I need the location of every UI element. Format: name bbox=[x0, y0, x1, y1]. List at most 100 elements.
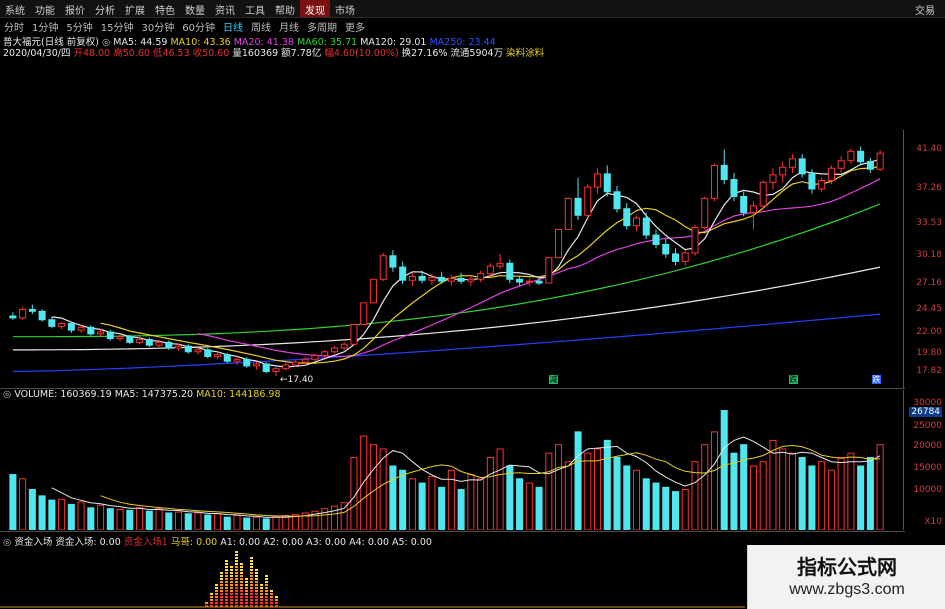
period-toolbar: 分时 1分钟 5分钟 15分钟 30分钟 60分钟 日线 周线 月线 多周期 更多 bbox=[0, 18, 945, 34]
price-tick-label: 41.40 bbox=[916, 144, 942, 155]
menu-item[interactable]: 扩展 bbox=[120, 0, 150, 17]
candle-body bbox=[360, 302, 368, 325]
period-tab[interactable]: 1分钟 bbox=[28, 18, 62, 34]
fund-spike-segment bbox=[260, 602, 263, 604]
fund-spike-segment bbox=[245, 584, 248, 586]
candle-body bbox=[97, 331, 105, 335]
fund-spike-segment bbox=[235, 602, 238, 604]
menu-item[interactable]: 分析 bbox=[90, 0, 120, 17]
period-tab[interactable]: 60分钟 bbox=[178, 18, 219, 34]
candle-body bbox=[506, 262, 514, 280]
fund-spike-segment bbox=[255, 575, 258, 577]
fund-spike-segment bbox=[225, 587, 228, 589]
candle-body bbox=[779, 166, 787, 176]
period-tab[interactable]: 15分钟 bbox=[97, 18, 138, 34]
fund-spike-segment bbox=[265, 596, 268, 598]
volume-chart[interactable] bbox=[0, 400, 895, 530]
volume-bar bbox=[749, 465, 757, 530]
volume-bar bbox=[262, 518, 270, 530]
volume-bar bbox=[389, 465, 397, 530]
volume-bar bbox=[613, 456, 621, 530]
volume-bar bbox=[38, 495, 46, 530]
menu-item[interactable]: 市场 bbox=[330, 0, 360, 17]
volume-bar bbox=[516, 478, 524, 530]
fund-spike-segment bbox=[255, 569, 258, 571]
fund-spike-segment bbox=[210, 596, 213, 598]
fund-spike-segment bbox=[235, 569, 238, 571]
fund-spike-segment bbox=[260, 593, 263, 595]
period-tab[interactable]: 5分钟 bbox=[62, 18, 96, 34]
period-tab[interactable]: 更多 bbox=[341, 18, 369, 34]
fund-spike-segment bbox=[225, 575, 228, 577]
volume-bar bbox=[662, 486, 670, 530]
fund-spike-segment bbox=[255, 602, 258, 604]
bar-field: 低46.53 bbox=[152, 48, 193, 59]
bar-field: 高50.60 bbox=[113, 48, 153, 59]
volume-bar bbox=[457, 488, 465, 530]
menu-item[interactable]: 特色 bbox=[150, 0, 180, 17]
period-tab[interactable]: 多周期 bbox=[303, 18, 341, 34]
volume-bar bbox=[213, 513, 222, 530]
volume-bar bbox=[340, 502, 348, 530]
volume-bar bbox=[642, 478, 650, 530]
fund-spike-segment bbox=[265, 575, 268, 577]
candle-body bbox=[457, 277, 465, 282]
candle-body bbox=[486, 265, 494, 275]
fund-spike-segment bbox=[245, 581, 248, 583]
volume-bar bbox=[155, 508, 163, 530]
period-tab[interactable]: 30分钟 bbox=[137, 18, 178, 34]
fund-spike-segment bbox=[240, 593, 243, 595]
fund-spike-segment bbox=[240, 578, 243, 580]
menu-item[interactable]: 报价 bbox=[60, 0, 90, 17]
fund-spike-segment bbox=[215, 593, 218, 595]
fund-chart[interactable] bbox=[0, 545, 745, 609]
volume-bar bbox=[165, 512, 173, 530]
period-tab[interactable]: 日线 bbox=[219, 18, 247, 34]
fund-spike-segment bbox=[265, 590, 268, 592]
fund-spike-segment bbox=[220, 602, 223, 604]
fund-spike-segment bbox=[230, 593, 233, 595]
period-tab[interactable]: 分时 bbox=[0, 18, 28, 34]
candle-body bbox=[564, 197, 572, 230]
fund-spike-segment bbox=[255, 572, 258, 574]
trade-menu-item[interactable]: 交易 bbox=[915, 2, 935, 17]
volume-bar bbox=[535, 486, 543, 530]
settings-icon[interactable]: ◎ bbox=[3, 389, 11, 400]
volume-bar bbox=[710, 431, 718, 530]
volume-bar bbox=[87, 507, 95, 530]
price-tick-label: 33.53 bbox=[916, 218, 942, 229]
fund-spike-segment bbox=[230, 581, 233, 583]
fund-spike-segment bbox=[220, 593, 223, 595]
menu-item[interactable]: 帮助 bbox=[270, 0, 300, 17]
candle-body bbox=[204, 349, 212, 357]
menu-item[interactable]: 资讯 bbox=[210, 0, 240, 17]
fund-spike-segment bbox=[240, 587, 243, 589]
candle-body bbox=[272, 368, 280, 373]
menu-item[interactable]: 数量 bbox=[180, 0, 210, 17]
menu-item[interactable]: 发现 bbox=[300, 0, 330, 17]
period-tab[interactable]: 月线 bbox=[275, 18, 303, 34]
menu-item[interactable]: 系统 bbox=[0, 0, 30, 17]
candle-body bbox=[438, 276, 446, 282]
volume-tick-label: 20000 bbox=[913, 441, 942, 451]
fund-spike-segment bbox=[235, 581, 238, 583]
period-tab[interactable]: 周线 bbox=[247, 18, 275, 34]
price-tick-label: 17.82 bbox=[916, 366, 942, 377]
candle-body bbox=[38, 310, 46, 321]
candle-body bbox=[19, 308, 27, 319]
volume-bar bbox=[126, 509, 134, 530]
candle-body bbox=[555, 228, 563, 259]
candle-body bbox=[467, 278, 475, 282]
fund-spike-segment bbox=[210, 599, 213, 601]
price-chart[interactable]: ←17.40 bbox=[0, 130, 895, 388]
fund-spike-segment bbox=[260, 590, 263, 592]
menu-item[interactable]: 工具 bbox=[240, 0, 270, 17]
menu-item[interactable]: 功能 bbox=[30, 0, 60, 17]
candle-body bbox=[175, 345, 183, 349]
candle-body bbox=[223, 354, 231, 362]
candle-body bbox=[213, 354, 222, 357]
volume-bar bbox=[555, 444, 563, 530]
fund-spike-segment bbox=[250, 575, 253, 577]
candle-body bbox=[769, 174, 777, 183]
signal-marker: 减 bbox=[549, 375, 558, 384]
